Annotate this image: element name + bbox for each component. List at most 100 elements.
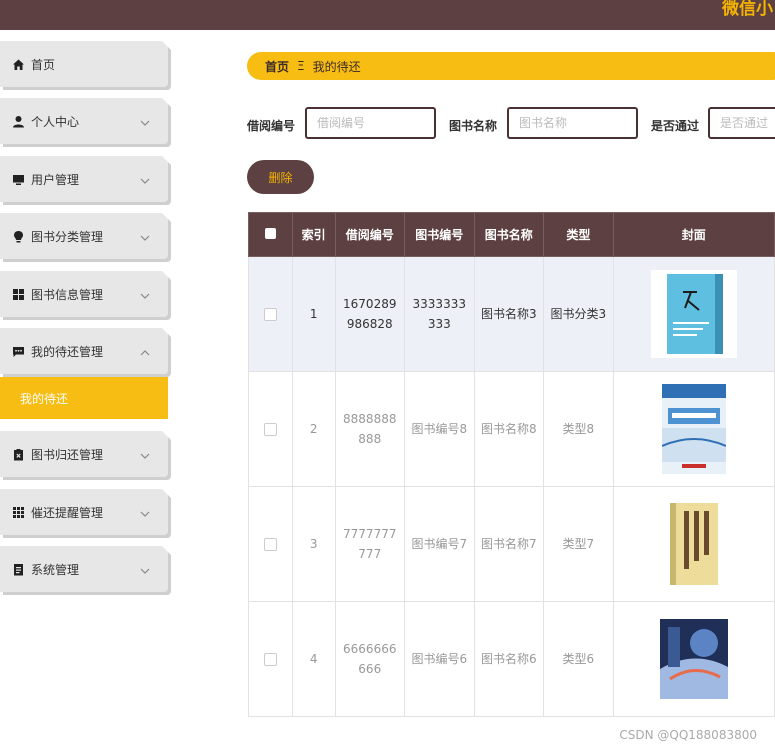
cell-borrow-no: 6666666666 xyxy=(334,601,406,717)
cell-borrow-no: 7777777777 xyxy=(334,486,406,602)
sidebar-item-label: 图书分类管理 xyxy=(31,229,104,244)
sidebar-item-label: 个人中心 xyxy=(31,114,80,129)
book-name-input[interactable] xyxy=(507,107,638,139)
main-content: 首页 Ξ 我的待还 借阅编号 图书名称 是否通过 删除 索引 借阅编号 图书编号… xyxy=(172,30,775,748)
cell-index: 1 xyxy=(291,256,336,372)
sidebar-item-label: 图书归还管理 xyxy=(31,447,104,462)
monitor-icon xyxy=(11,172,25,186)
cell-type: 类型8 xyxy=(543,371,614,487)
table-row[interactable]: 2 8888888888 图书编号8 图书名称8 类型8 xyxy=(248,371,775,487)
breadcrumb-separator: Ξ xyxy=(297,59,305,73)
row-checkbox-cell[interactable] xyxy=(248,371,293,487)
cell-book-name: 图书名称7 xyxy=(473,486,545,602)
cell-book-name: 图书名称8 xyxy=(473,371,545,487)
sidebar-item-system[interactable]: 系统管理 xyxy=(0,546,172,592)
cell-book-name: 图书名称3 xyxy=(473,256,545,372)
row-checkbox-cell[interactable] xyxy=(248,256,293,372)
delete-button[interactable]: 删除 xyxy=(247,160,314,194)
cell-book-no: 图书编号6 xyxy=(404,601,475,717)
cell-index: 4 xyxy=(291,601,336,717)
breadcrumb-current: 我的待还 xyxy=(312,59,361,74)
sidebar-item-label: 我的待还管理 xyxy=(31,344,104,359)
column-header: 类型 xyxy=(543,212,614,257)
approved-input[interactable] xyxy=(708,107,775,139)
table-row[interactable]: 1 1670289986828 3333333333 图书名称3 图书分类3 xyxy=(248,256,775,372)
sidebar-item-label: 图书信息管理 xyxy=(31,287,104,302)
row-checkbox[interactable] xyxy=(263,423,277,436)
column-header: 封面 xyxy=(612,212,775,257)
user-icon xyxy=(11,114,25,128)
sidebar-item-personal-center[interactable]: 个人中心 xyxy=(0,98,172,144)
breadcrumb-home[interactable]: 首页 xyxy=(265,58,289,75)
row-checkbox-cell[interactable] xyxy=(248,601,293,717)
chat-icon xyxy=(11,344,25,358)
table-row[interactable]: 4 6666666666 图书编号6 图书名称6 类型6 xyxy=(248,601,775,717)
column-header: 图书编号 xyxy=(404,212,475,257)
cell-index: 2 xyxy=(291,371,336,487)
cell-book-no: 图书编号8 xyxy=(404,371,475,487)
top-bar: 微信小 xyxy=(0,0,775,30)
table-row[interactable]: 3 7777777777 图书编号7 图书名称7 类型7 xyxy=(248,486,775,602)
book-cover-image[interactable] xyxy=(661,384,726,474)
clipboard-x-icon xyxy=(11,447,25,461)
chevron-down-icon xyxy=(140,173,150,187)
row-checkbox-cell[interactable] xyxy=(248,486,293,602)
row-checkbox[interactable] xyxy=(263,653,277,666)
sidebar-item-my-pending[interactable]: 我的待还管理 xyxy=(0,328,172,374)
chevron-up-icon xyxy=(140,345,150,359)
book-cover-image[interactable] xyxy=(650,270,737,358)
cell-type: 图书分类3 xyxy=(543,256,614,372)
breadcrumb: 首页 Ξ 我的待还 xyxy=(247,52,775,80)
borrow-no-input[interactable] xyxy=(305,107,436,139)
select-all-checkbox[interactable] xyxy=(264,227,276,239)
sidebar-item-user-management[interactable]: 用户管理 xyxy=(0,156,172,202)
chevron-down-icon xyxy=(140,115,150,129)
cell-type: 类型7 xyxy=(543,486,614,602)
sidebar-item-home[interactable]: 首页 xyxy=(0,41,172,87)
apps-icon xyxy=(11,505,25,519)
column-header: 借阅编号 xyxy=(334,212,406,257)
home-icon xyxy=(11,57,25,71)
cell-book-name: 图书名称6 xyxy=(473,601,545,717)
bulb-icon xyxy=(11,229,25,243)
sidebar-item-reminder[interactable]: 催还提醒管理 xyxy=(0,489,172,535)
cell-index: 3 xyxy=(291,486,336,602)
filter-label-approved: 是否通过 xyxy=(651,119,700,133)
data-table: 索引 借阅编号 图书编号 图书名称 类型 封面 1 1670289986828 … xyxy=(248,212,775,717)
cell-cover xyxy=(612,371,775,487)
cell-type: 类型6 xyxy=(543,601,614,717)
chevron-down-icon xyxy=(140,230,150,244)
chevron-down-icon xyxy=(140,448,150,462)
sidebar-subitem-my-pending[interactable]: 我的待还 xyxy=(0,377,168,419)
sidebar-item-label: 首页 xyxy=(31,57,56,72)
sidebar-item-label: 系统管理 xyxy=(31,562,80,577)
cell-book-no: 3333333333 xyxy=(404,256,475,372)
sidebar-item-book-category[interactable]: 图书分类管理 xyxy=(0,213,172,259)
book-cover-image[interactable] xyxy=(663,499,724,589)
sidebar-item-label: 用户管理 xyxy=(31,172,80,187)
filter-label-borrow-no: 借阅编号 xyxy=(247,119,296,133)
row-checkbox[interactable] xyxy=(263,308,277,321)
document-icon xyxy=(11,562,25,576)
row-checkbox[interactable] xyxy=(263,538,277,551)
chevron-down-icon xyxy=(140,563,150,577)
cell-cover xyxy=(612,486,775,602)
select-all-header[interactable] xyxy=(248,212,293,257)
book-cover-image[interactable] xyxy=(659,619,728,699)
sidebar-item-label: 催还提醒管理 xyxy=(31,505,104,520)
grid-icon xyxy=(11,287,25,301)
cell-cover xyxy=(612,601,775,717)
cell-borrow-no: 8888888888 xyxy=(334,371,406,487)
sidebar-subitem-label: 我的待还 xyxy=(20,391,69,406)
watermark: CSDN @QQ188083800 xyxy=(619,728,757,742)
cell-borrow-no: 1670289986828 xyxy=(334,256,406,372)
table-header-row: 索引 借阅编号 图书编号 图书名称 类型 封面 xyxy=(248,212,775,257)
sidebar: 首页 个人中心 用户管理 图书分类管理 图书信息管理 我的待还管理 我的待还 图… xyxy=(0,30,172,748)
sidebar-item-book-info[interactable]: 图书信息管理 xyxy=(0,271,172,317)
filter-label-book-name: 图书名称 xyxy=(449,119,498,133)
column-header: 图书名称 xyxy=(473,212,545,257)
sidebar-item-book-return[interactable]: 图书归还管理 xyxy=(0,431,172,477)
column-header: 索引 xyxy=(291,212,336,257)
app-title: 微信小 xyxy=(722,0,773,19)
cell-book-no: 图书编号7 xyxy=(404,486,475,602)
